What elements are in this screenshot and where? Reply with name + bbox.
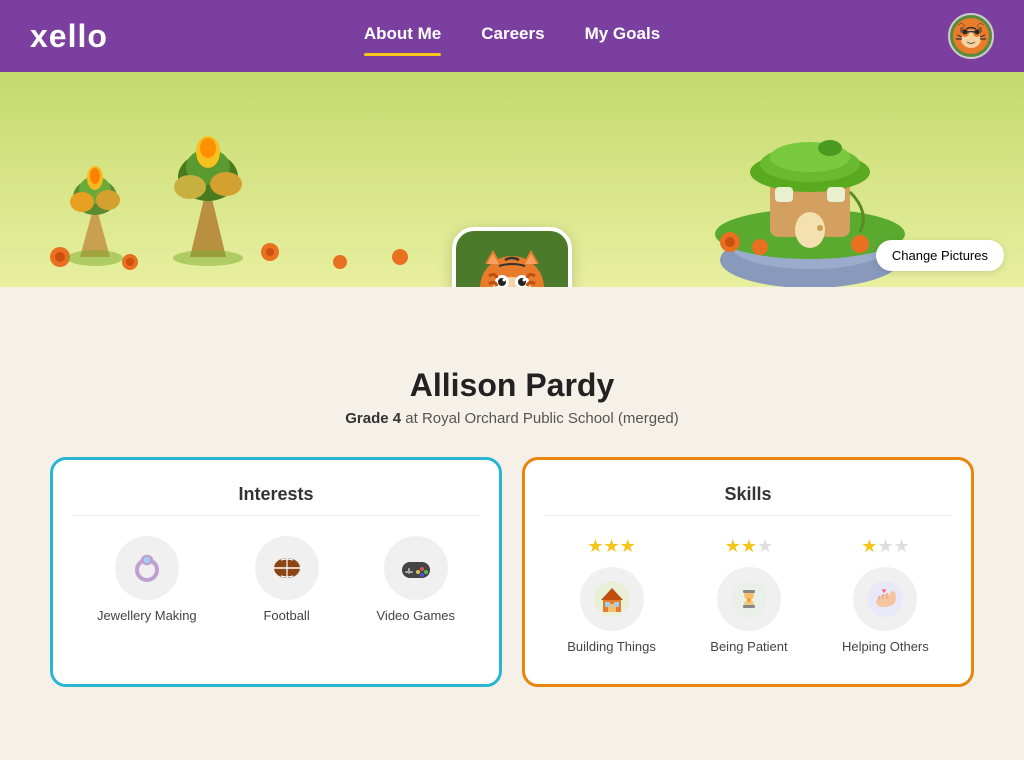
user-avatar[interactable] bbox=[948, 13, 994, 59]
star-2: ★ bbox=[603, 536, 619, 556]
interest-football[interactable]: Football bbox=[255, 536, 319, 623]
football-icon bbox=[255, 536, 319, 600]
profile-tiger-icon bbox=[467, 242, 557, 287]
nav-careers[interactable]: Careers bbox=[481, 24, 544, 48]
interests-card: Interests Jewellery Making bbox=[50, 457, 502, 687]
building-icon bbox=[580, 567, 644, 631]
star-1: ★ bbox=[861, 536, 877, 556]
football-label: Football bbox=[263, 608, 309, 623]
ring-icon bbox=[129, 550, 165, 586]
patient-icon bbox=[717, 567, 781, 631]
star-2: ★ bbox=[741, 536, 757, 556]
interest-video-games[interactable]: Video Games bbox=[377, 536, 456, 623]
skills-card-title: Skills bbox=[545, 484, 951, 516]
cards-row: Interests Jewellery Making bbox=[0, 447, 1024, 687]
star-1: ★ bbox=[725, 536, 741, 556]
helping-label: Helping Others bbox=[842, 639, 929, 654]
profile-school: at Royal Orchard Public School (merged) bbox=[405, 410, 678, 427]
interests-items: Jewellery Making Football bbox=[73, 536, 479, 623]
gamepad-icon bbox=[384, 536, 448, 600]
helping-stars: ★★★ bbox=[861, 536, 909, 557]
controller-icon bbox=[398, 550, 434, 586]
star-1: ★ bbox=[587, 536, 603, 556]
helping-icon bbox=[853, 567, 917, 631]
jewellery-icon bbox=[115, 536, 179, 600]
profile-info: Allison Pardy Grade 4 at Royal Orchard P… bbox=[0, 367, 1024, 427]
star-3: ★ bbox=[893, 536, 909, 556]
hands-icon bbox=[866, 580, 904, 618]
skill-building[interactable]: ★★★ Building Things bbox=[567, 536, 656, 654]
profile-grade-label: Grade 4 bbox=[345, 410, 401, 427]
hourglass-icon bbox=[730, 580, 768, 618]
interest-jewellery[interactable]: Jewellery Making bbox=[97, 536, 197, 623]
jewellery-label: Jewellery Making bbox=[97, 608, 197, 623]
nav-about-me[interactable]: About Me bbox=[364, 24, 441, 48]
nav-my-goals[interactable]: My Goals bbox=[585, 24, 661, 48]
navbar: xello About Me Careers My Goals bbox=[0, 0, 1024, 72]
building-label: Building Things bbox=[567, 639, 656, 654]
video-games-label: Video Games bbox=[377, 608, 456, 623]
interests-card-title: Interests bbox=[73, 484, 479, 516]
profile-name: Allison Pardy bbox=[0, 367, 1024, 404]
building-stars: ★★★ bbox=[587, 536, 635, 557]
star-3: ★ bbox=[757, 536, 773, 556]
skills-items: ★★★ Building Things ★★★ bbox=[545, 536, 951, 654]
skills-card: Skills ★★★ Building Things bbox=[522, 457, 974, 687]
star-3: ★ bbox=[620, 536, 636, 556]
logo: xello bbox=[30, 18, 271, 55]
patient-label: Being Patient bbox=[710, 639, 787, 654]
patient-stars: ★★★ bbox=[725, 536, 773, 557]
navbar-avatar-area bbox=[753, 13, 994, 59]
change-pictures-button[interactable]: Change Pictures bbox=[876, 240, 1004, 271]
star-2: ★ bbox=[877, 536, 893, 556]
profile-avatar[interactable] bbox=[452, 227, 572, 287]
tiger-avatar-icon bbox=[952, 17, 990, 55]
profile-avatar-container bbox=[452, 227, 572, 287]
skill-patient[interactable]: ★★★ Being Patient bbox=[710, 536, 787, 654]
profile-school-info: Grade 4 at Royal Orchard Public School (… bbox=[0, 410, 1024, 427]
skill-helping[interactable]: ★★★ Helping Others bbox=[842, 536, 929, 654]
football-ball-icon bbox=[269, 550, 305, 586]
nav-links: About Me Careers My Goals bbox=[271, 24, 753, 48]
house-icon bbox=[593, 580, 631, 618]
profile-banner: Change Pictures bbox=[0, 72, 1024, 287]
